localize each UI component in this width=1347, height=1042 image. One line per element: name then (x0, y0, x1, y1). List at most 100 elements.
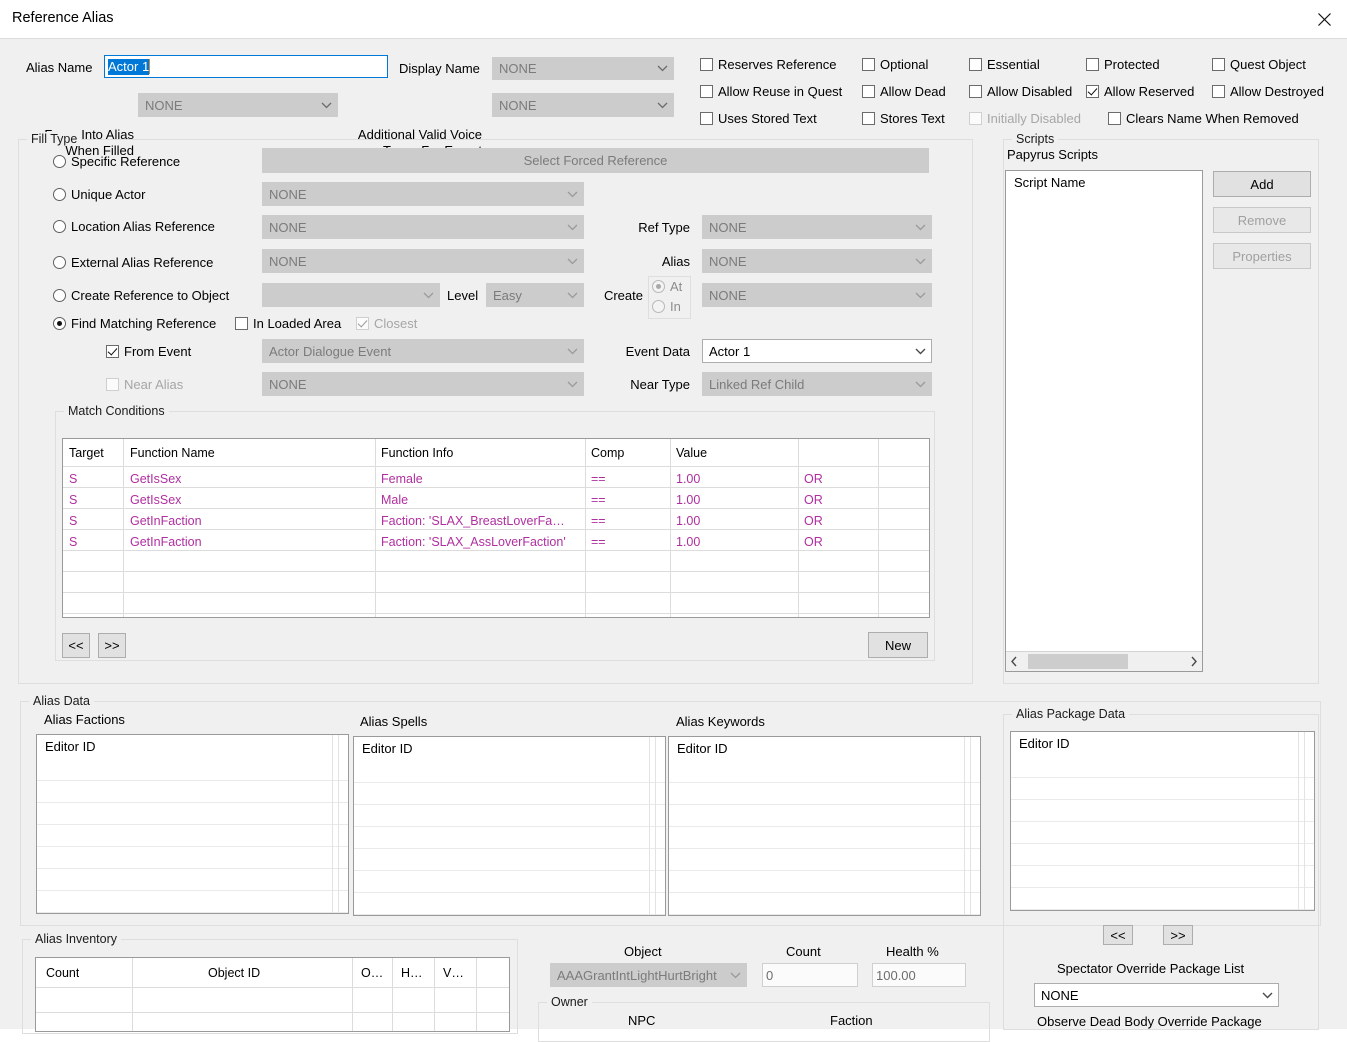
near-type-label: Near Type (630, 377, 690, 392)
display-name-label: Display Name (399, 61, 480, 76)
match-conditions-new-button[interactable]: New (868, 632, 928, 658)
checkbox-protected[interactable]: Protected (1086, 57, 1160, 72)
match-conditions-prev-button[interactable]: << (62, 633, 90, 658)
near-alias-combo: NONE (262, 372, 584, 396)
column-header-value: Value (676, 446, 708, 460)
row-separators (669, 737, 980, 915)
observe-dead-body-label: Observe Dead Body Override Package (1037, 1014, 1262, 1029)
additional-voice-value: NONE (499, 97, 537, 113)
scripts-add-button[interactable]: Add (1213, 171, 1311, 197)
scroll-left-icon[interactable] (1006, 652, 1023, 671)
checkbox-from-event[interactable]: From Event (106, 344, 191, 359)
chevron-down-icon (651, 58, 673, 79)
checkbox-in-loaded-area[interactable]: In Loaded Area (235, 316, 341, 331)
alias-factions-label: Alias Factions (44, 712, 125, 727)
alias-keywords-list[interactable]: Editor ID (668, 736, 981, 916)
checkbox-box (969, 58, 982, 71)
count-input[interactable]: 0 (762, 963, 858, 987)
checkbox-initially-disabled: Initially Disabled (969, 111, 1081, 126)
table-row: GetIsSex (130, 493, 182, 507)
checkbox-label: Stores Text (880, 111, 945, 126)
column-header-comp: Comp (591, 446, 625, 460)
force-into-alias-combo[interactable]: NONE (138, 93, 338, 117)
radio-unique-actor[interactable]: Unique Actor (53, 187, 145, 202)
radio-specific-reference[interactable]: Specific Reference (53, 154, 180, 169)
unique-actor-combo: NONE (262, 182, 584, 206)
external-alias-combo: NONE (262, 249, 584, 273)
radio-circle (652, 300, 665, 313)
table-row: GetIsSex (130, 472, 182, 486)
scripts-remove-button: Remove (1213, 207, 1311, 233)
alias-package-prev-button[interactable]: << (1103, 925, 1133, 945)
location-alias-combo: NONE (262, 215, 584, 239)
alias-package-data-title: Alias Package Data (1012, 707, 1130, 721)
radio-external-alias-reference[interactable]: External Alias Reference (53, 255, 213, 270)
close-icon[interactable] (1301, 0, 1347, 38)
checkbox-clears-name-when-removed[interactable]: Clears Name When Removed (1108, 111, 1299, 126)
column-header-function-name: Function Name (130, 446, 215, 460)
health-input[interactable]: 100.00 (872, 963, 966, 987)
checkbox-allow-reuse-in-quest[interactable]: Allow Reuse in Quest (700, 84, 842, 99)
checkbox-uses-stored-text[interactable]: Uses Stored Text (700, 111, 817, 126)
alias-name-value: Actor 1 (108, 58, 150, 75)
papyrus-scripts-list[interactable]: Script Name (1005, 170, 1203, 672)
scripts-add-label: Add (1250, 176, 1274, 192)
table-row: Female (381, 472, 423, 486)
window-title: Reference Alias (12, 10, 114, 26)
table-row: 1.00 (676, 493, 701, 507)
checkbox-label: Initially Disabled (987, 111, 1081, 126)
checkbox-box (1108, 112, 1121, 125)
radio-circle (53, 256, 66, 269)
chevron-down-icon (909, 284, 931, 306)
checkbox-box (700, 85, 713, 98)
checkbox-optional[interactable]: Optional (862, 57, 928, 72)
alias-package-next-button[interactable]: >> (1163, 925, 1193, 945)
checkbox-allow-dead[interactable]: Allow Dead (862, 84, 946, 99)
papyrus-scripts-hscrollbar[interactable] (1006, 651, 1202, 671)
checkbox-allow-disabled[interactable]: Allow Disabled (969, 84, 1072, 99)
select-forced-reference-label: Select Forced Reference (523, 153, 668, 168)
title-bar: Reference Alias (0, 0, 1347, 38)
radio-create-reference-to-object[interactable]: Create Reference to Object (53, 288, 229, 303)
radio-find-matching-reference[interactable]: Find Matching Reference (53, 316, 216, 331)
match-conditions-next-button[interactable]: >> (98, 633, 126, 658)
additional-voice-combo[interactable]: NONE (492, 93, 674, 117)
radio-circle (53, 155, 66, 168)
checkbox-allow-reserved[interactable]: Allow Reserved (1086, 84, 1194, 99)
display-name-combo[interactable]: NONE (492, 57, 674, 80)
alias-name-input[interactable]: Actor 1 (104, 55, 388, 78)
checkbox-stores-text[interactable]: Stores Text (862, 111, 945, 126)
radio-label: Specific Reference (71, 154, 181, 169)
table-row: S (69, 493, 78, 507)
radio-create-in: In (652, 299, 681, 314)
scrollbar-thumb[interactable] (1028, 654, 1128, 669)
column-header-v: V… (443, 966, 464, 980)
spectator-override-combo[interactable]: NONE (1034, 983, 1279, 1007)
alias-spells-label: Alias Spells (360, 714, 428, 729)
checkbox-essential[interactable]: Essential (969, 57, 1040, 72)
scroll-right-icon[interactable] (1185, 652, 1202, 671)
owner-group: Owner (538, 995, 990, 1042)
count-value: 0 (766, 967, 774, 983)
event-data-label: Event Data (625, 344, 690, 359)
checkbox-allow-destroyed[interactable]: Allow Destroyed (1212, 84, 1324, 99)
alias-spells-list[interactable]: Editor ID (353, 736, 666, 916)
match-conditions-grid[interactable]: Target Function Name Function Info Comp … (62, 438, 930, 618)
ref-type-label: Ref Type (638, 220, 690, 235)
alias-package-data-list[interactable]: Editor ID (1010, 731, 1315, 911)
alias-label: Alias (661, 254, 690, 269)
alias-factions-list[interactable]: Editor ID (36, 734, 349, 914)
checkbox-box (356, 317, 369, 330)
chevron-down-icon (561, 183, 583, 205)
checkbox-label: Reserves Reference (718, 57, 837, 72)
event-data-combo[interactable]: Actor 1 (702, 339, 932, 363)
table-row: OR (804, 493, 823, 507)
alias-inventory-grid[interactable]: Count Object ID O… H… V… (35, 957, 510, 1032)
checkbox-reserves-reference[interactable]: Reserves Reference (700, 57, 837, 72)
checkbox-quest-object[interactable]: Quest Object (1212, 57, 1306, 72)
level-combo: Easy (486, 283, 584, 307)
scripts-properties-button: Properties (1213, 243, 1311, 269)
alias-keywords-label: Alias Keywords (676, 714, 765, 729)
table-row: 1.00 (676, 472, 701, 486)
radio-location-alias-reference[interactable]: Location Alias Reference (53, 219, 215, 234)
